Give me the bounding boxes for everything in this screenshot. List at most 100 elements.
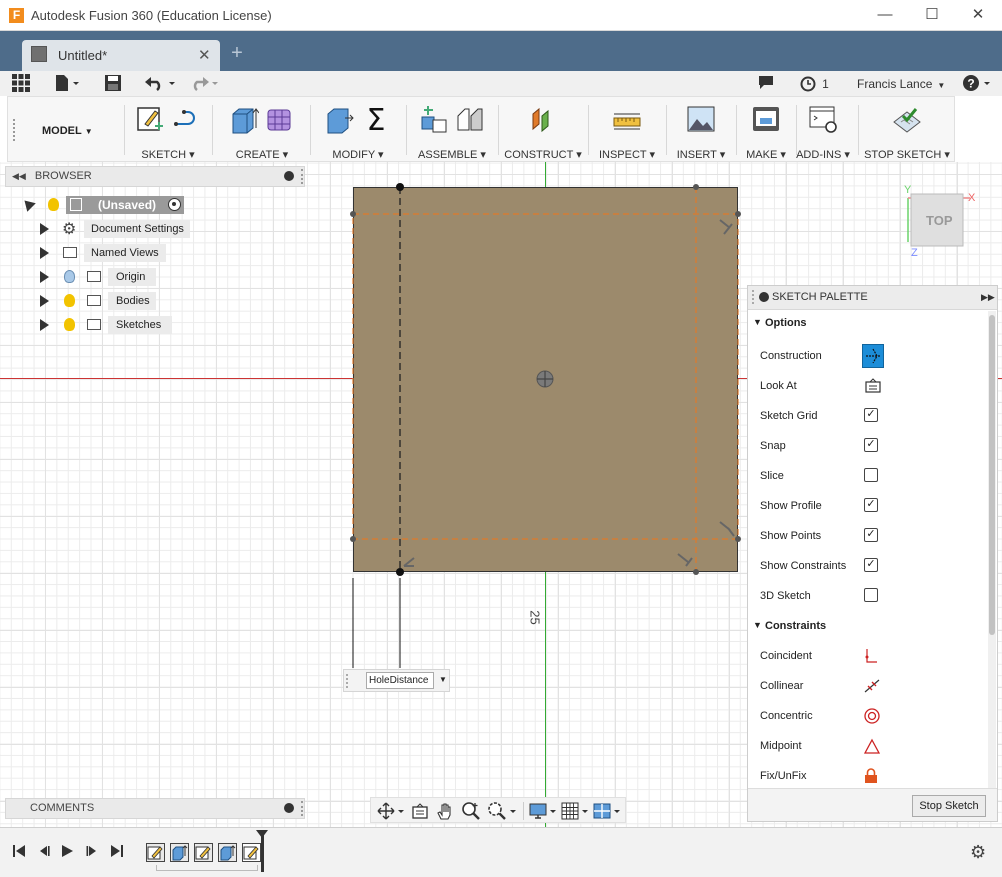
modify-group[interactable]: Σ MODIFY ▾ bbox=[312, 97, 404, 161]
new-component-icon[interactable] bbox=[419, 104, 449, 134]
sketch-point[interactable] bbox=[396, 568, 404, 576]
measure-icon[interactable] bbox=[612, 104, 642, 134]
expand-arrow-icon[interactable] bbox=[40, 223, 49, 235]
palette-scroll-thumb[interactable] bbox=[989, 315, 995, 635]
visibility-bulb-icon[interactable] bbox=[64, 270, 75, 283]
maximize-icon[interactable]: ☐ bbox=[917, 4, 947, 26]
assemble-group[interactable]: ASSEMBLE ▾ bbox=[408, 97, 496, 161]
show-constraints-checkbox[interactable]: ✓ bbox=[864, 558, 878, 572]
construct-group[interactable]: CONSTRUCT ▾ bbox=[500, 97, 586, 161]
palette-grip[interactable] bbox=[752, 290, 756, 304]
line-tool-icon[interactable] bbox=[171, 104, 201, 134]
display-settings-icon[interactable] bbox=[529, 802, 559, 820]
show-profile-checkbox[interactable]: ✓ bbox=[864, 498, 878, 512]
notifications-icon[interactable] bbox=[758, 74, 776, 94]
constraints-section-header[interactable]: ▼ Constraints bbox=[748, 614, 988, 638]
sketch-group[interactable]: SKETCH ▾ bbox=[126, 97, 210, 161]
create-sketch-icon[interactable] bbox=[135, 104, 165, 134]
create-group[interactable]: CREATE ▾ bbox=[214, 97, 310, 161]
sketch-point[interactable] bbox=[693, 569, 699, 575]
expand-arrow-icon[interactable] bbox=[40, 271, 49, 283]
visibility-bulb-icon[interactable] bbox=[64, 318, 75, 331]
show-points-checkbox[interactable]: ✓ bbox=[864, 528, 878, 542]
input-grip[interactable] bbox=[346, 674, 350, 688]
sketch-point[interactable] bbox=[350, 211, 356, 217]
new-tab-button[interactable]: + bbox=[226, 42, 248, 66]
input-dropdown-icon[interactable]: ▼ bbox=[439, 675, 447, 684]
stop-sketch-group[interactable]: STOP SKETCH ▾ bbox=[860, 97, 954, 161]
scripts-addins-icon[interactable] bbox=[808, 104, 838, 134]
sketch-palette-header[interactable]: SKETCH PALETTE ▶▶ bbox=[748, 286, 997, 310]
insert-group[interactable]: INSERT ▾ bbox=[668, 97, 734, 161]
viewcube-face-label[interactable]: TOP bbox=[926, 213, 953, 228]
browser-panel-header[interactable]: ◀◀ BROWSER bbox=[5, 166, 305, 187]
orbit-icon[interactable] bbox=[377, 802, 405, 820]
save-icon[interactable] bbox=[104, 74, 124, 94]
file-menu-icon[interactable] bbox=[55, 74, 81, 94]
insert-canvas-icon[interactable] bbox=[686, 104, 716, 134]
browser-grip[interactable] bbox=[301, 169, 303, 184]
extrude-icon[interactable] bbox=[229, 104, 259, 134]
palette-scrollbar[interactable] bbox=[988, 311, 996, 788]
redo-icon[interactable] bbox=[188, 74, 222, 94]
browser-item-sketches[interactable]: Sketches bbox=[20, 313, 300, 337]
document-tab[interactable]: Untitled* ✕ bbox=[22, 40, 220, 71]
go-to-start-icon[interactable] bbox=[12, 844, 26, 862]
offset-plane-icon[interactable] bbox=[528, 104, 558, 134]
timeline-settings-gear-icon[interactable]: ⚙ bbox=[970, 842, 986, 863]
palette-row-show-constraints[interactable]: Show Constraints ✓ bbox=[748, 551, 988, 581]
palette-expand-icon[interactable]: ▶▶ bbox=[981, 286, 995, 309]
sketch-geometry[interactable] bbox=[330, 180, 750, 680]
palette-collapse-icon[interactable] bbox=[759, 292, 769, 302]
constraint-fix-unfix[interactable]: Fix/UnFix bbox=[748, 761, 988, 791]
expand-root-icon[interactable] bbox=[20, 196, 36, 212]
close-tab-icon[interactable]: ✕ bbox=[198, 46, 211, 64]
press-pull-icon[interactable] bbox=[325, 104, 355, 134]
midpoint-icon[interactable] bbox=[863, 738, 881, 754]
expand-arrow-icon[interactable] bbox=[40, 295, 49, 307]
timeline-marker-head[interactable] bbox=[256, 830, 268, 838]
browser-item-origin[interactable]: Origin bbox=[20, 265, 300, 289]
sketch-grid-checkbox[interactable]: ✓ bbox=[864, 408, 878, 422]
browser-collapse-circle-icon[interactable] bbox=[284, 171, 294, 181]
close-window-icon[interactable]: ✕ bbox=[963, 4, 993, 26]
expand-arrow-icon[interactable] bbox=[40, 319, 49, 331]
constraint-collinear[interactable]: Collinear bbox=[748, 671, 988, 701]
perpendicular-constraint-icon[interactable] bbox=[677, 553, 693, 567]
browser-root-row[interactable]: (Unsaved) bbox=[20, 193, 300, 217]
palette-row-look-at[interactable]: Look At bbox=[748, 371, 988, 401]
look-at-nav-icon[interactable] bbox=[411, 802, 429, 820]
browser-item-document-settings[interactable]: ⚙ Document Settings bbox=[20, 217, 300, 241]
sketch-point[interactable] bbox=[735, 536, 741, 542]
zoom-icon[interactable] bbox=[461, 801, 481, 821]
viewports-icon[interactable] bbox=[593, 802, 623, 820]
visibility-bulb-icon[interactable] bbox=[48, 198, 59, 211]
perpendicular-constraint-icon[interactable] bbox=[719, 521, 735, 537]
data-panel-grid-icon[interactable] bbox=[12, 74, 32, 94]
form-icon[interactable] bbox=[265, 104, 295, 134]
snap-checkbox[interactable]: ✓ bbox=[864, 438, 878, 452]
go-to-end-icon[interactable] bbox=[110, 844, 124, 862]
constraint-concentric[interactable]: Concentric bbox=[748, 701, 988, 731]
palette-row-construction[interactable]: Construction bbox=[748, 341, 988, 371]
timeline-sketch-feature-icon[interactable] bbox=[194, 843, 213, 862]
stop-sketch-button[interactable]: Stop Sketch bbox=[912, 795, 986, 817]
perpendicular-constraint-icon[interactable] bbox=[403, 557, 415, 567]
constraint-midpoint[interactable]: Midpoint bbox=[748, 731, 988, 761]
play-icon[interactable] bbox=[60, 844, 74, 862]
timeline-sketch-feature-icon[interactable] bbox=[146, 843, 165, 862]
comments-panel-header[interactable]: COMMENTS bbox=[5, 798, 305, 819]
collapse-browser-icon[interactable]: ◀◀ bbox=[12, 171, 26, 181]
pan-hand-icon[interactable] bbox=[435, 801, 455, 821]
palette-row-sketch-grid[interactable]: Sketch Grid ✓ bbox=[748, 401, 988, 431]
fit-zoom-icon[interactable] bbox=[487, 801, 517, 821]
collinear-icon[interactable] bbox=[864, 678, 880, 693]
slice-checkbox[interactable] bbox=[864, 468, 878, 482]
palette-row-snap[interactable]: Snap ✓ bbox=[748, 431, 988, 461]
browser-item-named-views[interactable]: Named Views bbox=[20, 241, 300, 265]
perpendicular-constraint-icon[interactable] bbox=[719, 219, 733, 235]
compute-sigma-icon[interactable]: Σ bbox=[361, 104, 391, 134]
sketch-point[interactable] bbox=[350, 536, 356, 542]
palette-row-show-points[interactable]: Show Points ✓ bbox=[748, 521, 988, 551]
minimize-icon[interactable]: — bbox=[870, 4, 900, 26]
